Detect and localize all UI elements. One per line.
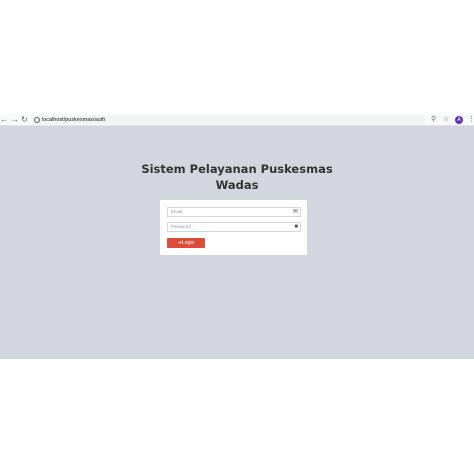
forward-arrow-icon[interactable]: →	[11, 115, 19, 124]
reload-icon[interactable]: ↻	[21, 115, 28, 124]
zoom-icon[interactable]: ⚲	[431, 115, 436, 124]
email-field[interactable]: ✉	[167, 207, 301, 217]
login-button-label: Login	[181, 240, 195, 246]
page-viewport: Sistem Pelayanan Puskesmas Wadas ✉ ■ ➜Lo…	[0, 126, 474, 359]
star-icon[interactable]: ☆	[443, 115, 449, 124]
back-arrow-icon[interactable]: ←	[0, 115, 8, 124]
login-box: ✉ ■ ➜Login	[160, 200, 307, 255]
info-icon[interactable]	[34, 117, 40, 123]
address-bar[interactable]: localhost/puskesmas/auth	[31, 116, 426, 124]
password-field[interactable]: ■	[167, 222, 301, 232]
profile-avatar[interactable]: A	[455, 116, 463, 124]
email-input[interactable]	[168, 208, 281, 216]
page-title: Sistem Pelayanan Puskesmas Wadas	[141, 162, 333, 192]
browser-toolbar: ← → ↻ localhost/puskesmas/auth ⚲ ☆ A ⋮	[0, 114, 474, 126]
lock-icon: ■	[294, 224, 298, 230]
kebab-menu-icon[interactable]: ⋮	[468, 115, 474, 124]
url-text[interactable]: localhost/puskesmas/auth	[42, 116, 105, 124]
envelope-icon: ✉	[292, 209, 298, 215]
login-button[interactable]: ➜Login	[167, 238, 205, 248]
password-input[interactable]	[168, 223, 281, 231]
